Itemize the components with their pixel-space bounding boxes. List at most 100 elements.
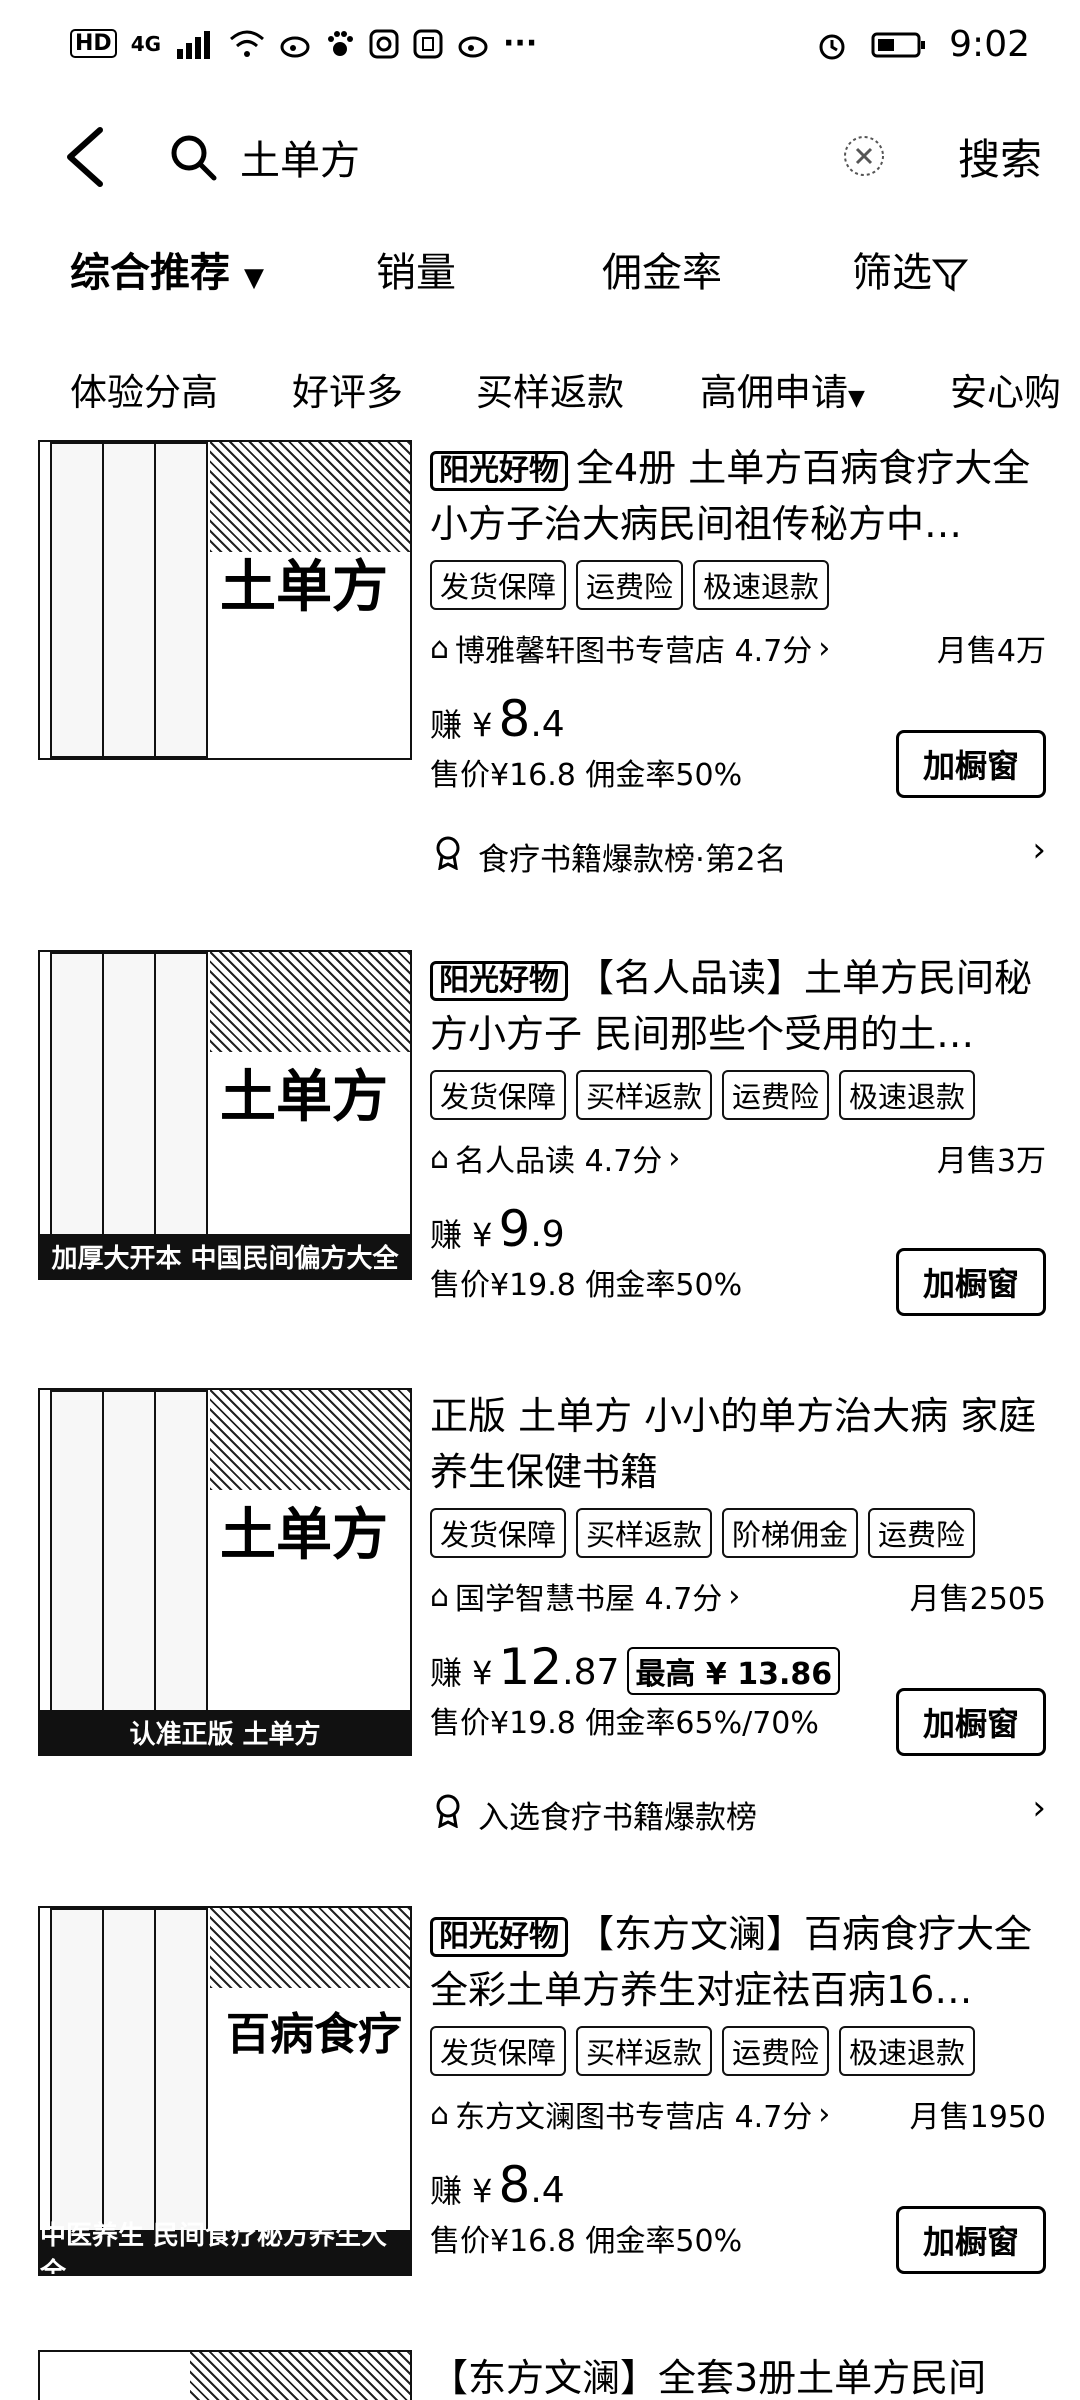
rank-text: 食疗书籍爆款榜·第2名 <box>478 842 787 878</box>
earn-int: 12 <box>498 1638 563 1696</box>
sort-tab-comprehensive[interactable]: 综合推荐 ▼ <box>70 240 264 298</box>
product-thumbnail[interactable]: 土单方 加厚大开本 中国民间偏方大全 <box>38 950 412 1280</box>
sort-tab-commission[interactable]: 佣金率 <box>602 240 722 298</box>
shop-name: 东方文澜图书专营店 4.7分 <box>455 2100 813 2135</box>
earn-dec: .4 <box>530 704 565 745</box>
cover-title: 百病食疗 <box>226 2009 402 2060</box>
service-tag: 运费险 <box>722 2026 830 2076</box>
filter-chip-high-commission[interactable]: 高佣申请▼ <box>700 362 865 416</box>
product-thumbnail[interactable]: 土单方 认准正版 土单方 <box>38 1388 412 1756</box>
monthly-sales: 月售1950 <box>909 2100 1046 2135</box>
clear-search-icon[interactable] <box>842 134 886 178</box>
status-left-icons: HD 4G ··· <box>70 26 537 61</box>
sort-tab-filter[interactable]: 筛选 <box>852 240 969 298</box>
service-tag: 发货保障 <box>430 1508 567 1558</box>
shop-link[interactable]: ⌂ 名人品读 4.7分 › <box>430 1136 680 1180</box>
service-tags: 发货保障 买样返款 运费险 极速退款 <box>430 2026 1046 2076</box>
add-to-showcase-button[interactable]: 加橱窗 <box>896 1688 1046 1756</box>
add-to-showcase-button[interactable]: 加橱窗 <box>896 1248 1046 1316</box>
search-button[interactable]: 搜索 <box>958 126 1042 187</box>
hd-badge: HD <box>70 29 117 58</box>
earn-int: 9 <box>498 1200 531 1258</box>
filter-funnel-icon <box>931 259 969 292</box>
sunshine-badge: 阳光好物 <box>430 1916 568 1957</box>
battery-icon <box>871 32 926 57</box>
alarm-icon <box>819 34 845 59</box>
shop-name: 博雅馨轩图书专营店 4.7分 <box>455 634 813 669</box>
chevron-right-icon: › <box>1032 830 1046 870</box>
product-card[interactable]: 土单方 认准正版 土单方 正版 土单方 小小的单方治大病 家庭养生保健书籍 发货… <box>0 1388 1080 1868</box>
product-thumbnail[interactable]: 土单方 <box>38 440 412 760</box>
add-to-showcase-button[interactable]: 加橱窗 <box>896 730 1046 798</box>
product-title[interactable]: 阳光好物 全4册 土单方百病食疗大全小方子治大病民间祖传秘方中… <box>430 440 1046 552</box>
more-notifications: ··· <box>503 26 538 61</box>
earn-label: 赚 ¥ <box>430 706 493 744</box>
filter-chip[interactable]: 体验分高 <box>70 362 218 416</box>
app-icon-1 <box>369 29 399 58</box>
cover-banner: 加厚大开本 中国民间偏方大全 <box>40 1234 410 1278</box>
rank-link[interactable]: 食疗书籍爆款榜·第2名 › <box>430 830 1046 878</box>
back-arrow-icon[interactable] <box>56 122 116 192</box>
shop-icon: ⌂ <box>430 1140 450 1176</box>
chevron-right-icon: › <box>668 1140 681 1176</box>
service-tag: 阶梯佣金 <box>722 1508 859 1558</box>
sunshine-badge: 阳光好物 <box>430 960 568 1001</box>
cover-title: 土单方 <box>220 554 388 620</box>
shop-link[interactable]: ⌂ 东方文澜图书专营店 4.7分 › <box>430 2092 830 2136</box>
chevron-right-icon: › <box>818 2096 831 2132</box>
weibo-icon <box>280 36 310 57</box>
medal-icon <box>436 1794 460 1828</box>
service-tag: 运费险 <box>868 1508 976 1558</box>
cover-banner: 中医养生 民间食疗秘方养生大全 <box>40 2221 410 2274</box>
product-title[interactable]: 阳光好物 【名人品读】土单方民间秘方小方子 民间那些个受用的土… <box>430 950 1046 1062</box>
service-tag: 发货保障 <box>430 1070 567 1120</box>
product-card[interactable]: 土单方 加厚大开本 中国民间偏方大全 阳光好物 【名人品读】土单方民间秘方小方子 … <box>0 950 1080 1320</box>
service-tag: 运费险 <box>576 560 684 610</box>
filter-chip[interactable]: 安心购 <box>950 362 1061 416</box>
shop-icon: ⌂ <box>430 1578 450 1614</box>
network-type: 4G <box>130 31 162 56</box>
search-input[interactable]: 土单方 <box>240 128 360 186</box>
wifi-icon <box>230 30 265 57</box>
service-tag: 买样返款 <box>576 1070 713 1120</box>
paw-icon <box>328 30 354 56</box>
monthly-sales: 月售4万 <box>936 634 1046 669</box>
cover-title: 土单方 <box>220 1064 388 1130</box>
shop-name: 名人品读 4.7分 <box>455 1144 663 1179</box>
product-thumbnail[interactable] <box>38 2350 412 2400</box>
earn-label: 赚 ¥ <box>430 1216 493 1254</box>
shop-icon: ⌂ <box>430 630 450 666</box>
earn-dec: .4 <box>530 2170 565 2211</box>
status-bar: HD 4G ··· 9:02 <box>0 0 1080 96</box>
service-tag: 发货保障 <box>430 2026 567 2076</box>
caret-down-icon: ▼ <box>243 263 264 293</box>
rank-link[interactable]: 入选食疗书籍爆款榜 › <box>430 1788 1046 1836</box>
filter-label: 筛选 <box>852 250 932 296</box>
add-to-showcase-button[interactable]: 加橱窗 <box>896 2206 1046 2274</box>
shop-link[interactable]: ⌂ 国学智慧书屋 4.7分 › <box>430 1574 740 1618</box>
product-card[interactable]: 百病食疗 中医养生 民间食疗秘方养生大全 阳光好物 【东方文澜】百病食疗大全全彩土… <box>0 1906 1080 2276</box>
service-tags: 发货保障 运费险 极速退款 <box>430 560 1046 610</box>
service-tag: 运费险 <box>722 1070 830 1120</box>
product-title[interactable]: 【东方文澜】全套3册土单方民间 <box>430 2350 1046 2400</box>
filter-chip[interactable]: 好评多 <box>292 362 403 416</box>
product-card[interactable]: 【东方文澜】全套3册土单方民间 <box>0 2350 1080 2400</box>
sort-tab-label: 综合推荐 <box>70 250 230 296</box>
sort-tabs: 综合推荐 ▼ 销量 佣金率 筛选 <box>0 240 1080 310</box>
status-right-icons: 9:02 <box>815 24 1030 65</box>
service-tag: 买样返款 <box>576 2026 713 2076</box>
earn-label: 赚 ¥ <box>430 1654 493 1692</box>
product-thumbnail[interactable]: 百病食疗 中医养生 民间食疗秘方养生大全 <box>38 1906 412 2276</box>
chevron-right-icon: › <box>1032 1788 1046 1828</box>
sunshine-badge: 阳光好物 <box>430 450 568 491</box>
service-tags: 发货保障 买样返款 阶梯佣金 运费险 <box>430 1508 1046 1558</box>
sort-tab-sales[interactable]: 销量 <box>376 240 456 298</box>
shop-link[interactable]: ⌂ 博雅馨轩图书专营店 4.7分 › <box>430 626 830 670</box>
product-title[interactable]: 阳光好物 【东方文澜】百病食疗大全全彩土单方养生对症祛百病16… <box>430 1906 1046 2018</box>
product-title[interactable]: 正版 土单方 小小的单方治大病 家庭养生保健书籍 <box>430 1388 1046 1500</box>
service-tag: 发货保障 <box>430 560 567 610</box>
cover-banner: 认准正版 土单方 <box>40 1710 410 1754</box>
filter-chip[interactable]: 买样返款 <box>476 362 624 416</box>
search-icon <box>171 135 217 181</box>
product-card[interactable]: 土单方 阳光好物 全4册 土单方百病食疗大全小方子治大病民间祖传秘方中… 发货保障… <box>0 440 1080 920</box>
